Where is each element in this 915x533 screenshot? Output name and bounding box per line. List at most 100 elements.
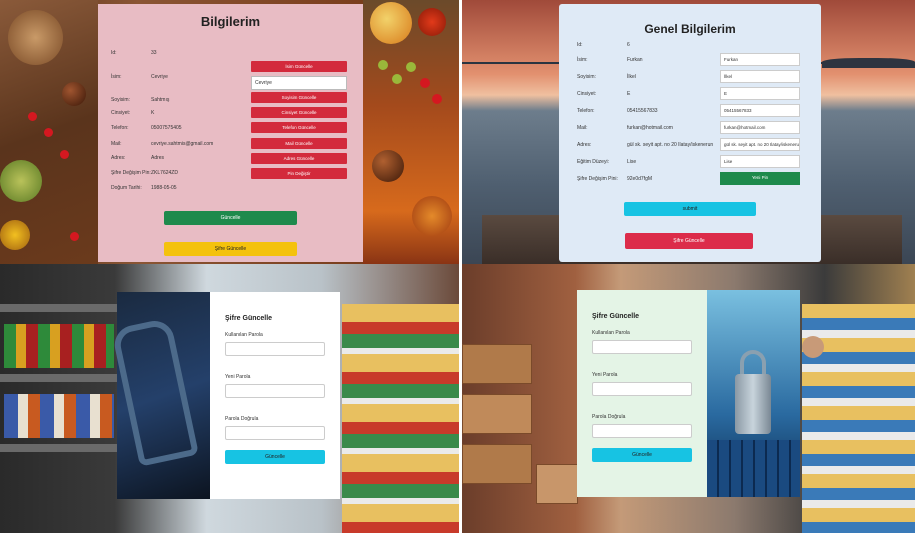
card-title: Şifre Güncelle bbox=[592, 313, 640, 320]
field-label: Adres: bbox=[577, 142, 592, 148]
decor-berry bbox=[420, 78, 430, 88]
confirm-password-input[interactable] bbox=[225, 426, 325, 440]
decor-leaf bbox=[412, 196, 452, 236]
current-password-input[interactable] bbox=[592, 340, 692, 354]
current-password-input[interactable] bbox=[225, 342, 325, 356]
new-password-label: Yeni Parola bbox=[225, 374, 251, 380]
field-value: ZKL7624ZD bbox=[151, 170, 178, 176]
gender-input[interactable]: E bbox=[720, 87, 800, 100]
decor-keyboard bbox=[707, 440, 800, 497]
decor-fruit bbox=[0, 220, 30, 250]
mail-input[interactable]: furkan@hotmail.com bbox=[720, 121, 800, 134]
field-label: Adres: bbox=[111, 155, 126, 161]
new-pin-button[interactable]: Yeni Pin bbox=[720, 172, 800, 185]
field-label: Şifre Değişim Pin: bbox=[111, 170, 151, 176]
field-label: Mail: bbox=[577, 125, 588, 131]
update-button[interactable]: Güncelle bbox=[592, 448, 692, 462]
decor-fruit bbox=[418, 8, 446, 36]
field-value: furkan@hotmail.com bbox=[627, 125, 673, 131]
address-input[interactable]: gül sk. seyit apt. no 20 Ilatay/iskeneru… bbox=[720, 138, 800, 151]
password-update-screen-b: Şifre Güncelle Kullanılan Parola Yeni Pa… bbox=[462, 264, 915, 533]
update-button[interactable]: Güncelle bbox=[164, 211, 297, 225]
phone-input[interactable]: 05415567833 bbox=[720, 104, 800, 117]
name-input[interactable]: Cevriye bbox=[251, 76, 347, 90]
surname-input[interactable]: İlkel bbox=[720, 70, 800, 83]
key-image-panel bbox=[111, 292, 210, 499]
field-value: gül sk. seyit apt. no 20 Ilatay/iskeneru… bbox=[627, 142, 714, 148]
decor-berry bbox=[28, 112, 37, 121]
update-button[interactable]: Güncelle bbox=[225, 450, 325, 464]
decor-berry bbox=[60, 150, 69, 159]
page-title: Genel Bilgilerim bbox=[644, 22, 736, 36]
decor-chestnut bbox=[62, 82, 86, 106]
current-password-label: Kullanılan Parola bbox=[592, 330, 630, 336]
profile-card: Bilgilerim Id: 33 İsim: Cevriye Soyisim:… bbox=[98, 4, 363, 262]
field-value: Sahtmış bbox=[151, 97, 170, 103]
update-phone-button[interactable]: Telefon Güncelle bbox=[251, 122, 347, 133]
password-update-screen-a: Şifre Güncelle Kullanılan Parola Yeni Pa… bbox=[0, 264, 459, 533]
submit-button[interactable]: submit bbox=[624, 202, 756, 216]
decor-box bbox=[462, 444, 532, 484]
lock-image-panel bbox=[707, 290, 800, 497]
password-update-button[interactable]: Şifre Güncelle bbox=[164, 242, 297, 256]
field-label: İsim: bbox=[111, 74, 122, 80]
general-info-card: Genel Bilgilerim Id: 6 İsim: Furkan Furk… bbox=[559, 4, 821, 262]
field-value: E bbox=[627, 91, 631, 97]
decor-grape bbox=[378, 60, 388, 70]
general-info-screen: Genel Bilgilerim Id: 6 İsim: Furkan Furk… bbox=[462, 0, 915, 264]
page-title: Bilgilerim bbox=[200, 14, 261, 29]
password-update-card: Şifre Güncelle Kullanılan Parola Yeni Pa… bbox=[577, 290, 707, 497]
field-value: Cevriye bbox=[151, 74, 168, 80]
confirm-password-input[interactable] bbox=[592, 424, 692, 438]
decor-box bbox=[536, 464, 578, 504]
field-label: Cinsiyet: bbox=[111, 110, 131, 116]
field-label: Cinsiyet: bbox=[577, 91, 597, 97]
education-input[interactable]: Lise bbox=[720, 155, 800, 168]
decor-products bbox=[4, 324, 114, 368]
confirm-password-label: Parola Doğrula bbox=[592, 414, 626, 420]
field-value: 6 bbox=[627, 42, 630, 48]
lock-icon bbox=[735, 374, 771, 434]
password-update-button[interactable]: Şifre Güncelle bbox=[625, 233, 753, 249]
field-label: Id: bbox=[111, 50, 117, 56]
decor-box bbox=[462, 394, 532, 434]
field-label: Telefon: bbox=[577, 108, 595, 114]
field-value: İlkel bbox=[627, 74, 636, 80]
decor-berry bbox=[70, 232, 79, 241]
change-pin-button[interactable]: Pin Değiştir bbox=[251, 168, 347, 179]
field-label: Eğitim Düzeyi: bbox=[577, 159, 609, 165]
update-gender-button[interactable]: Cinsiyet Güncelle bbox=[251, 107, 347, 118]
field-label: Soyisim: bbox=[111, 97, 130, 103]
card-title: Şifre Güncelle bbox=[225, 315, 273, 322]
decor-products bbox=[4, 394, 114, 438]
decor-chestnut bbox=[372, 150, 404, 182]
lock-shackle-icon bbox=[740, 350, 766, 376]
decor-hills bbox=[822, 58, 915, 68]
decor-shelf bbox=[0, 374, 118, 382]
field-value: 05007575405 bbox=[151, 125, 182, 131]
field-label: Soyisim: bbox=[577, 74, 596, 80]
update-surname-button[interactable]: Soyisim Güncelle bbox=[251, 92, 347, 103]
field-label: Şifre Değişim Pini: bbox=[577, 176, 618, 182]
name-input[interactable]: Furkan bbox=[720, 53, 800, 66]
field-value: Adres bbox=[151, 155, 165, 161]
password-update-card: Şifre Güncelle Kullanılan Parola Yeni Pa… bbox=[210, 292, 340, 499]
new-password-input[interactable] bbox=[225, 384, 325, 398]
field-value: K bbox=[151, 110, 155, 116]
profile-screen: Bilgilerim Id: 33 İsim: Cevriye Soyisim:… bbox=[0, 0, 459, 264]
decor-berry bbox=[432, 94, 442, 104]
decor-wood bbox=[8, 10, 63, 65]
decor-grape bbox=[406, 62, 416, 72]
decor-shelf bbox=[0, 304, 118, 312]
decor-fruit bbox=[0, 160, 42, 202]
decor-shelf bbox=[0, 444, 118, 452]
update-address-button[interactable]: Adres Güncelle bbox=[251, 153, 347, 164]
field-label: Id: bbox=[577, 42, 583, 48]
decor-box bbox=[462, 344, 532, 384]
field-value: 05415567833 bbox=[627, 108, 658, 114]
key-icon bbox=[111, 317, 199, 467]
update-name-button[interactable]: İsim Güncelle bbox=[251, 61, 347, 72]
field-value: 92e0d7fgM bbox=[627, 176, 653, 182]
update-mail-button[interactable]: Mail Güncelle bbox=[251, 138, 347, 149]
new-password-input[interactable] bbox=[592, 382, 692, 396]
